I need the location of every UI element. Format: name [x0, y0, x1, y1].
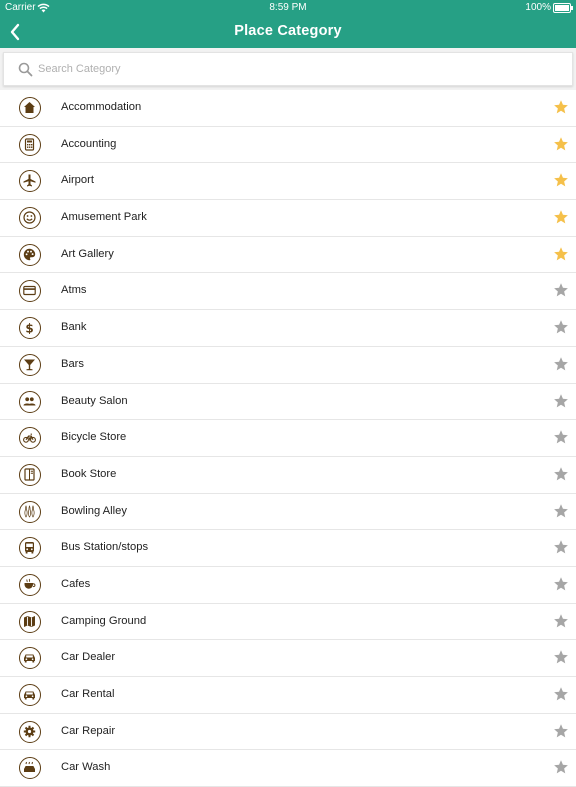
- favorite-star-filled-icon[interactable]: [553, 172, 569, 188]
- home-icon: [19, 97, 41, 119]
- credit-card-icon: [19, 280, 41, 303]
- search-icon: [18, 62, 33, 77]
- category-label: Bicycle Store: [61, 431, 127, 444]
- search-input[interactable]: [38, 59, 538, 79]
- favorite-star-icon[interactable]: [553, 649, 569, 665]
- favorite-star-filled-icon[interactable]: [553, 136, 569, 152]
- list-item-11[interactable]: Bowling Alley: [0, 494, 576, 531]
- car-front-icon: [19, 684, 41, 706]
- list-item-3[interactable]: Amusement Park: [0, 200, 576, 237]
- favorite-star-icon[interactable]: [553, 429, 569, 445]
- category-label: Bowling Alley: [61, 504, 127, 517]
- favorite-star-filled-icon[interactable]: [553, 209, 569, 225]
- category-label: Car Rental: [61, 688, 115, 700]
- navigation-bar: Place Category: [0, 16, 576, 48]
- clock: 8:59 PM: [269, 2, 307, 13]
- category-label: Bank: [61, 321, 87, 334]
- calculator-icon: [19, 133, 41, 156]
- list-item-13[interactable]: Cafes: [0, 567, 576, 604]
- list-item-18[interactable]: Car Wash: [0, 750, 576, 787]
- list-item-6[interactable]: $ Bank: [0, 310, 576, 347]
- list-item-2[interactable]: Airport: [0, 163, 576, 201]
- category-label: Book Store: [61, 467, 117, 480]
- favorite-star-icon[interactable]: [553, 503, 569, 519]
- battery-icon: [553, 3, 573, 13]
- category-label: Car Dealer: [61, 651, 116, 664]
- list-item-10[interactable]: Book Store: [0, 457, 576, 494]
- car-icon: [19, 647, 41, 670]
- list-item-15[interactable]: Car Dealer: [0, 640, 576, 677]
- smiley-icon: [19, 207, 41, 230]
- favorite-star-icon[interactable]: [553, 466, 569, 482]
- category-label: Airport: [61, 174, 94, 187]
- list-item-5[interactable]: Atms: [0, 273, 576, 311]
- airplane-icon: [19, 170, 41, 193]
- favorite-star-icon[interactable]: [553, 539, 569, 555]
- category-label: Camping Ground: [61, 614, 147, 627]
- svg-text:$: $: [25, 322, 33, 335]
- book-icon: [19, 463, 41, 486]
- search-box[interactable]: [3, 52, 573, 86]
- favorite-star-icon[interactable]: [553, 613, 569, 629]
- map-icon: [19, 610, 41, 633]
- favorite-star-filled-icon[interactable]: [553, 99, 569, 115]
- list-item-1[interactable]: Accounting: [0, 127, 576, 164]
- list-item-9[interactable]: Bicycle Store: [0, 420, 576, 457]
- category-label: Car Repair: [61, 724, 116, 737]
- cocktail-icon: [19, 353, 41, 376]
- bus-icon: [19, 537, 41, 560]
- category-list: Accommodation Accounting Airport Amuseme…: [0, 90, 576, 787]
- favorite-star-icon[interactable]: [553, 356, 569, 372]
- category-label: Cafes: [61, 577, 91, 590]
- favorite-star-filled-icon[interactable]: [553, 246, 569, 262]
- favorite-star-icon[interactable]: [553, 282, 569, 298]
- car-wash-icon: [19, 757, 41, 780]
- palette-icon: [19, 243, 41, 266]
- list-item-8[interactable]: Beauty Salon: [0, 384, 576, 421]
- category-label: Accommodation: [61, 101, 142, 113]
- category-label: Accounting: [61, 137, 117, 150]
- list-item-16[interactable]: Car Rental: [0, 677, 576, 714]
- list-item-17[interactable]: Car Repair: [0, 714, 576, 751]
- list-item-7[interactable]: Bars: [0, 347, 576, 384]
- list-item-4[interactable]: Art Gallery: [0, 237, 576, 274]
- category-label: Bars: [61, 357, 85, 370]
- category-label: Bus Station/stops: [61, 541, 149, 554]
- dollar-icon: $: [19, 317, 41, 340]
- people-icon: [19, 390, 41, 413]
- bicycle-icon: [19, 427, 41, 450]
- coffee-icon: [19, 573, 41, 596]
- favorite-star-icon[interactable]: [553, 319, 569, 335]
- favorite-star-icon[interactable]: [553, 393, 569, 409]
- status-bar: Carrier 8:59 PM 100%: [0, 0, 576, 16]
- category-label: Car Wash: [61, 761, 111, 774]
- page-title: Place Category: [234, 23, 342, 39]
- bowling-icon: [19, 500, 41, 523]
- favorite-star-icon[interactable]: [553, 759, 569, 775]
- search-bar: [0, 48, 576, 90]
- list-item-12[interactable]: Bus Station/stops: [0, 530, 576, 567]
- category-label: Amusement Park: [61, 211, 147, 224]
- favorite-star-icon[interactable]: [553, 686, 569, 702]
- list-item-14[interactable]: Camping Ground: [0, 604, 576, 641]
- favorite-star-icon[interactable]: [553, 576, 569, 592]
- category-label: Beauty Salon: [61, 394, 128, 407]
- battery-percentage: 100%: [525, 2, 551, 13]
- list-item-0[interactable]: Accommodation: [0, 90, 576, 127]
- category-label: Art Gallery: [61, 247, 114, 260]
- gear-icon: [19, 720, 41, 743]
- favorite-star-icon[interactable]: [553, 723, 569, 739]
- category-label: Atms: [61, 284, 87, 297]
